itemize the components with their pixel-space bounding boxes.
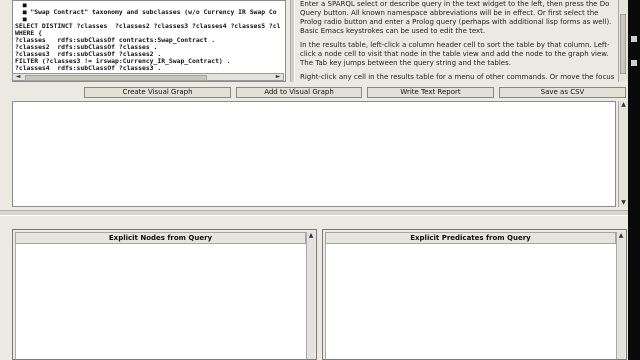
scroll-down-icon[interactable]: ▼ (619, 200, 628, 206)
save-as-csv-button[interactable]: Save as CSV (499, 87, 626, 98)
scroll-up-icon[interactable]: ▲ (617, 233, 625, 239)
help-text: Enter a SPARQL select or describe query … (300, 0, 616, 82)
query-line: SELECT DISTINCT ?classes ?classes2 ?clas… (15, 22, 281, 30)
nodes-column-header[interactable]: Explicit Nodes from Query (15, 232, 306, 244)
nodes-list[interactable] (15, 244, 306, 359)
screen-edge-bar (628, 0, 640, 360)
nodes-scrollbar[interactable]: ▲ (306, 232, 315, 359)
help-vertical-scrollbar[interactable] (618, 0, 628, 82)
help-paragraph: Right-click any cell in the results tabl… (300, 73, 615, 81)
predicates-column-header[interactable]: Explicit Predicates from Query (325, 232, 616, 244)
add-to-visual-graph-button[interactable]: Add to Visual Graph (236, 87, 362, 98)
scroll-up-icon[interactable]: ▲ (619, 102, 628, 108)
query-horizontal-scrollbar[interactable]: ◄ ► (12, 73, 284, 81)
predicates-list[interactable] (325, 244, 616, 359)
scroll-up-icon[interactable]: ▲ (307, 233, 315, 239)
explicit-nodes-panel: Explicit Nodes from Query ▲ (12, 229, 317, 360)
pane-splitter[interactable] (290, 0, 295, 82)
write-text-report-button[interactable]: Write Text Report (367, 87, 494, 98)
query-editor[interactable]: ■ ■ "Swap Contract" taxonomy and subclas… (12, 0, 286, 82)
create-visual-graph-button[interactable]: Create Visual Graph (84, 87, 231, 98)
results-vertical-scrollbar[interactable]: ▲ ▼ (618, 101, 628, 207)
scrollbar-thumb[interactable] (25, 75, 207, 81)
explicit-predicates-panel: Explicit Predicates from Query ▲ (322, 229, 627, 360)
scroll-right-icon[interactable]: ► (274, 74, 282, 80)
help-paragraph: Enter a SPARQL select or describe query … (300, 0, 612, 35)
query-line: ■ "Swap Contract" taxonomy and subclasse… (15, 8, 277, 16)
edge-marker (631, 60, 637, 66)
results-table[interactable] (12, 101, 616, 207)
edge-marker (631, 36, 637, 42)
scrollbar-thumb[interactable] (620, 14, 626, 74)
horizontal-splitter[interactable] (0, 210, 628, 216)
predicates-scrollbar[interactable]: ▲ (616, 232, 625, 359)
help-paragraph: In the results table, left-click a colum… (300, 41, 610, 67)
scroll-left-icon[interactable]: ◄ (14, 74, 22, 80)
query-line: ?classes4 rdfs:subClassOf ?classes3 . (15, 64, 162, 72)
app-window: ■ ■ "Swap Contract" taxonomy and subclas… (0, 0, 628, 360)
